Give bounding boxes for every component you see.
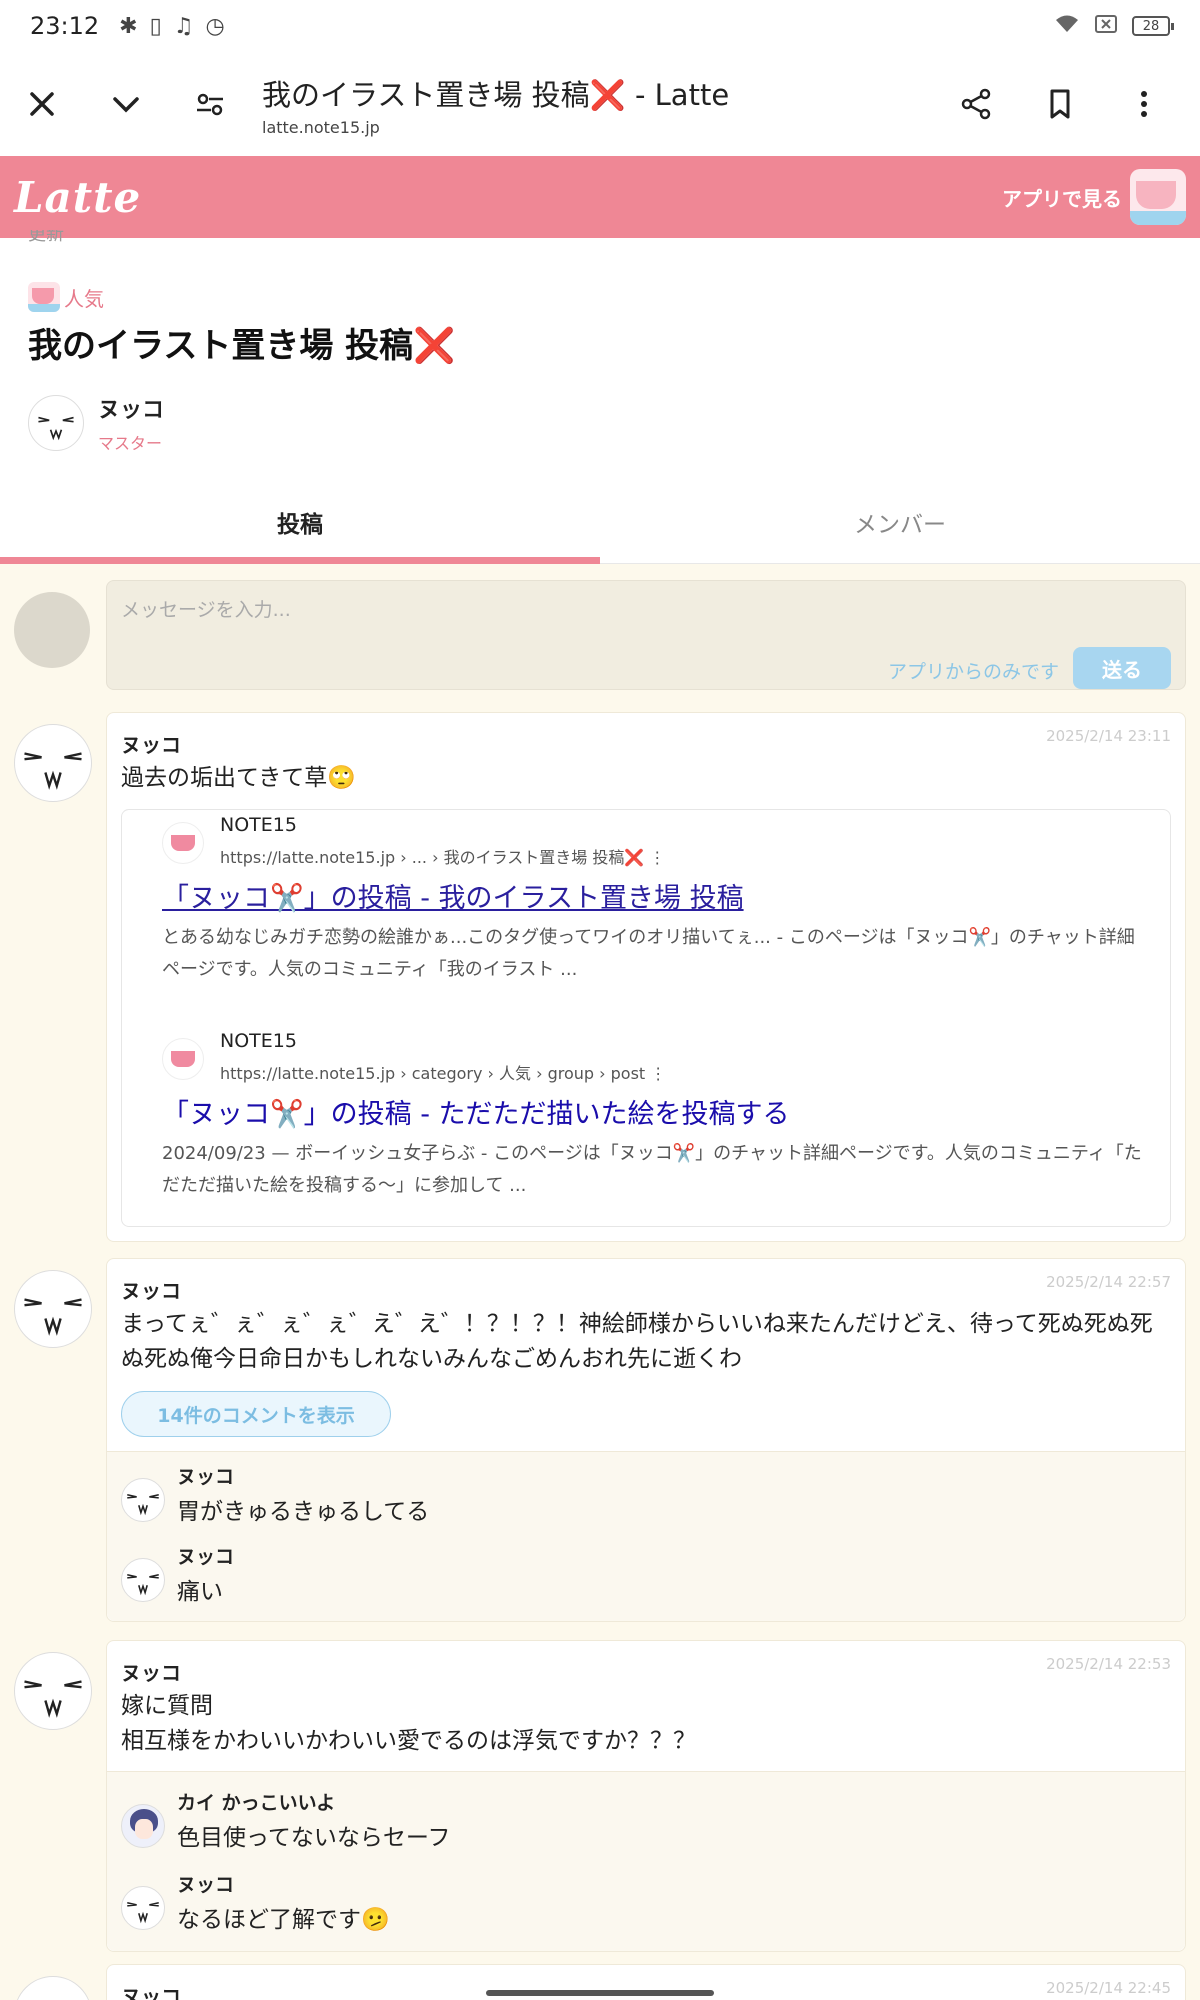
reply-item: カイ かっこいいよ 色目使ってないならセーフ xyxy=(121,1784,1161,1854)
cross-mark-icon: ❌ xyxy=(413,326,456,366)
chevron-down-icon[interactable] xyxy=(84,62,168,146)
tab-members[interactable]: メンバー xyxy=(600,480,1200,563)
post-card: ヌッコ 2025/2/14 22:53 嫁に質問 相互様をかわいいかわいい愛でる… xyxy=(106,1640,1186,1952)
owner-avatar xyxy=(28,395,84,451)
latte-logo[interactable]: Latte xyxy=(14,173,141,222)
post-author-avatar[interactable] xyxy=(14,724,92,802)
send-button[interactable]: 送る xyxy=(1073,647,1171,689)
result-title-link: 「ヌッコ✂️」の投稿 - ただただ描いた絵を投稿する xyxy=(162,1099,790,1130)
latte-app-icon xyxy=(1130,169,1186,225)
community-tabs: 投稿 メンバー xyxy=(0,480,1200,564)
reply-text: なるほど了解です🫤 xyxy=(177,1907,390,1933)
reply-list: カイ かっこいいよ 色目使ってないならセーフ ヌッコ なるほど了解です🫤 xyxy=(107,1771,1185,1951)
post-date: 2025/2/14 23:11 xyxy=(1046,727,1171,745)
post-author[interactable]: ヌッコ xyxy=(121,1981,181,2000)
page-url: latte.note15.jp xyxy=(262,117,380,137)
site-settings-icon[interactable] xyxy=(168,62,252,146)
open-in-app-link[interactable]: アプリで見る xyxy=(1002,169,1186,225)
update-label: 更新 xyxy=(28,230,64,244)
open-in-app-label: アプリで見る xyxy=(1002,186,1122,211)
message-composer: メッセージを入力... アプリからのみです 送る xyxy=(106,580,1186,690)
community-owner[interactable]: ヌッコ マスター xyxy=(28,392,164,454)
category-tag[interactable]: 人気 xyxy=(28,282,104,312)
latte-header: Latte アプリで見る xyxy=(0,156,1200,238)
reply-avatar[interactable] xyxy=(121,1478,165,1522)
post-body-line: 嫁に質問 xyxy=(121,1693,213,1719)
post-date: 2025/2/14 22:57 xyxy=(1046,1273,1171,1291)
post-author[interactable]: ヌッコ xyxy=(121,729,181,758)
status-icons: ✱ ▯ ♫ ◷ xyxy=(119,14,224,39)
show-comments-button[interactable]: 14件のコメントを表示 xyxy=(121,1391,391,1437)
bookmark-icon[interactable] xyxy=(1018,62,1102,146)
status-time: 23:12 xyxy=(30,12,100,40)
note15-favicon xyxy=(162,822,204,864)
reply-text: 胃がきゅるきゅるしてる xyxy=(177,1499,430,1525)
reply-text: 痛い xyxy=(177,1579,223,1605)
more-vertical-icon[interactable] xyxy=(1102,62,1186,146)
wifi-icon xyxy=(1054,12,1080,40)
reply-author[interactable]: カイ かっこいいよ xyxy=(177,1788,335,1815)
reply-avatar[interactable] xyxy=(121,1558,165,1602)
result-title-link: 「ヌッコ✂️」の投稿 - 我のイラスト置き場 投稿 xyxy=(162,883,744,914)
community-title-text: 我のイラスト置き場 投稿 xyxy=(28,326,414,366)
page-title: 我のイラスト置き場 投稿❌ - Latte xyxy=(262,77,730,112)
post-body: 嫁に質問 相互様をかわいいかわいい愛でるのは浮気ですか？？？ xyxy=(121,1689,1171,1759)
result-url: https://latte.note15.jp › category › 人気 … xyxy=(220,1064,667,1083)
message-input[interactable]: メッセージを入力... xyxy=(121,595,291,622)
cup-icon xyxy=(28,282,60,312)
reply-avatar[interactable] xyxy=(121,1886,165,1930)
browser-toolbar: 我のイラスト置き場 投稿❌ - Latte latte.note15.jp xyxy=(0,52,1200,156)
post-date: 2025/2/14 22:45 xyxy=(1046,1979,1171,1997)
category-tag-label: 人気 xyxy=(64,286,104,311)
reply-item: ヌッコ 胃がきゅるきゅるしてる xyxy=(121,1458,1161,1528)
reply-text: 色目使ってないならセーフ xyxy=(177,1825,451,1851)
search-results-screenshot: NOTE15 https://latte.note15.jp › ... › 我… xyxy=(121,809,1171,1227)
post-author-avatar[interactable] xyxy=(14,1270,92,1348)
result-url: https://latte.note15.jp › ... › 我のイラスト置き… xyxy=(220,848,666,867)
owner-role: マスター xyxy=(98,434,163,453)
battery-icon: 28 xyxy=(1132,16,1174,36)
battery-level: 28 xyxy=(1142,18,1160,34)
result-site: NOTE15 xyxy=(220,1030,297,1052)
post-card: ヌッコ 2025/2/14 22:57 まってぇ゛ぇ゛ぇ゛ぇ゛え゛え゛！？！？！… xyxy=(106,1258,1186,1622)
status-bar: 23:12 ✱ ▯ ♫ ◷ 28 xyxy=(0,0,1200,52)
reply-item: ヌッコ 痛い xyxy=(121,1538,1161,1608)
post-body: まってぇ゛ぇ゛ぇ゛ぇ゛え゛え゛！？！？！神絵師様からいいね来たんだけどえ、待って… xyxy=(121,1311,1153,1372)
timer-icon: ◷ xyxy=(205,13,225,39)
post-author-avatar[interactable] xyxy=(14,1652,92,1730)
tab-posts[interactable]: 投稿 xyxy=(0,480,600,564)
owner-name: ヌッコ xyxy=(98,398,165,423)
post-body-line: 相互様をかわいいかわいい愛でるのは浮気ですか？？？ xyxy=(121,1728,696,1754)
home-indicator[interactable] xyxy=(486,1990,714,1996)
reply-author[interactable]: ヌッコ xyxy=(177,1542,234,1569)
reply-list: ヌッコ 胃がきゅるきゅるしてる ヌッコ 痛い xyxy=(107,1451,1185,1621)
post-feed: メッセージを入力... アプリからのみです 送る ヌッコ 2025/2/14 2… xyxy=(0,564,1200,2000)
no-sim-icon xyxy=(1094,12,1118,40)
user-avatar xyxy=(14,592,90,668)
reply-item: ヌッコ なるほど了解です🫤 xyxy=(121,1866,1161,1936)
post-author[interactable]: ヌッコ xyxy=(121,1657,181,1686)
post-body: 過去の垢出てきて草🙄 xyxy=(121,765,356,791)
reply-author[interactable]: ヌッコ xyxy=(177,1462,234,1489)
app-only-notice: アプリからのみです xyxy=(887,661,1059,683)
music-icon: ♫ xyxy=(173,13,194,39)
post-author[interactable]: ヌッコ xyxy=(121,1275,181,1304)
vibrate-icon: ▯ xyxy=(149,13,162,39)
result-snippet: 2024/09/23 — ボーイッシュ女子らぶ - このページは「ヌッコ✂️」の… xyxy=(162,1143,1142,1196)
community-title: 我のイラスト置き場 投稿❌ xyxy=(28,318,456,367)
search-result: NOTE15 https://latte.note15.jp › ... › 我… xyxy=(162,814,1162,1004)
result-site: NOTE15 xyxy=(220,814,297,836)
reply-avatar[interactable] xyxy=(121,1804,165,1848)
post-card: ヌッコ 2025/2/14 23:11 過去の垢出てきて草🙄 NOTE15 ht… xyxy=(106,712,1186,1242)
post-author-avatar[interactable] xyxy=(14,1976,92,2000)
close-icon[interactable] xyxy=(0,62,84,146)
search-result: NOTE15 https://latte.note15.jp › categor… xyxy=(162,1030,1162,1220)
reply-author[interactable]: ヌッコ xyxy=(177,1870,234,1897)
browser-title-area[interactable]: 我のイラスト置き場 投稿❌ - Latte latte.note15.jp xyxy=(252,72,934,137)
share-icon[interactable] xyxy=(934,62,1018,146)
result-snippet: とある幼なじみガチ恋勢の絵誰かぁ...このタグ使ってワイのオリ描いてぇ... -… xyxy=(162,927,1135,980)
note15-favicon xyxy=(162,1038,204,1080)
bluetooth-icon: ✱ xyxy=(119,13,138,39)
post-date: 2025/2/14 22:53 xyxy=(1046,1655,1171,1673)
